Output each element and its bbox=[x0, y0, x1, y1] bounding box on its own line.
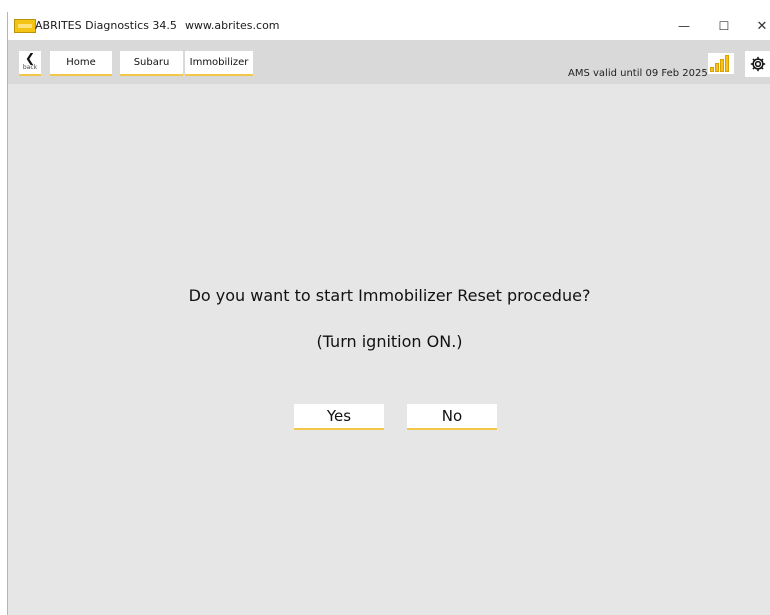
gear-icon bbox=[750, 56, 766, 72]
signal-strength-icon bbox=[708, 53, 734, 74]
app-title: ABRITES Diagnostics 34.5 bbox=[35, 19, 177, 32]
yes-button[interactable]: Yes bbox=[294, 404, 384, 430]
close-icon: ✕ bbox=[756, 18, 768, 34]
no-button[interactable]: No bbox=[407, 404, 497, 430]
back-label: back bbox=[22, 64, 38, 71]
close-button[interactable]: ✕ bbox=[742, 12, 770, 40]
window-title: ABRITES Diagnostics 34.5 www.abrites.com bbox=[35, 19, 280, 32]
app-url: www.abrites.com bbox=[184, 19, 280, 32]
settings-button[interactable] bbox=[745, 51, 770, 77]
breadcrumb-immobilizer[interactable]: Immobilizer bbox=[185, 51, 253, 76]
breadcrumb-home[interactable]: Home bbox=[50, 51, 112, 76]
main-content: Do you want to start Immobilizer Reset p… bbox=[8, 84, 770, 615]
ams-status-text: AMS valid until 09 Feb 2025 bbox=[568, 68, 708, 79]
maximize-icon: ☐ bbox=[718, 19, 730, 33]
minimize-icon: — bbox=[678, 19, 690, 33]
back-button[interactable]: ❮ back bbox=[19, 51, 41, 76]
maximize-button[interactable]: ☐ bbox=[704, 12, 744, 40]
chevron-left-icon: ❮ bbox=[24, 51, 36, 65]
dialog-question: Do you want to start Immobilizer Reset p… bbox=[188, 286, 591, 305]
dialog-hint: (Turn ignition ON.) bbox=[316, 332, 463, 351]
app-window: ABRITES Diagnostics 34.5 www.abrites.com … bbox=[7, 12, 770, 615]
signal-bar bbox=[720, 59, 724, 72]
minimize-button[interactable]: — bbox=[664, 12, 704, 40]
signal-bar bbox=[725, 55, 729, 72]
title-bar[interactable]: ABRITES Diagnostics 34.5 www.abrites.com … bbox=[8, 12, 770, 40]
signal-bar bbox=[715, 63, 719, 72]
breadcrumb-subaru[interactable]: Subaru bbox=[120, 51, 183, 76]
toolbar: ❮ back Home Subaru Immobilizer AMS valid… bbox=[8, 40, 770, 84]
abrites-logo-icon bbox=[14, 19, 36, 33]
signal-bar bbox=[710, 67, 714, 72]
